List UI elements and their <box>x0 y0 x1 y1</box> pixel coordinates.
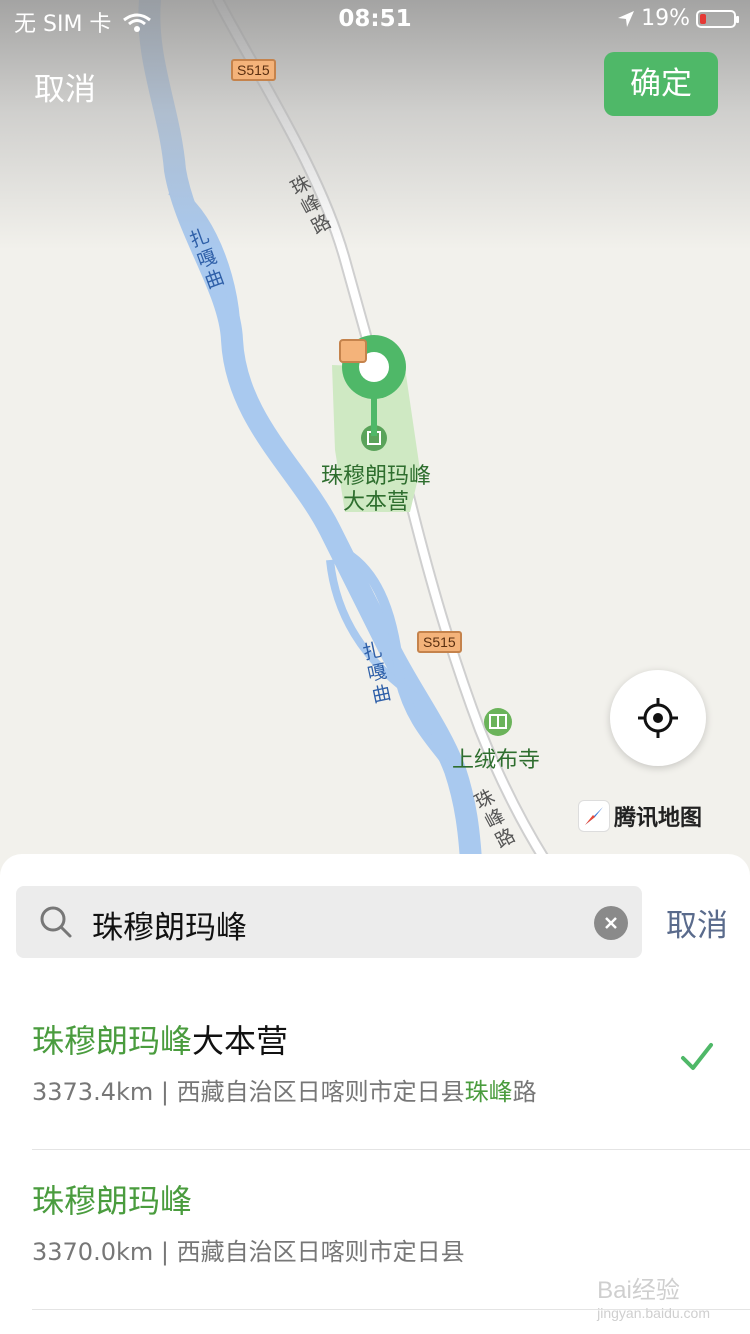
status-right: 19% <box>617 6 739 31</box>
map-brand: 腾讯地图 <box>578 800 702 832</box>
result-distance: 3373.4km <box>32 1078 154 1106</box>
tencent-map-logo-icon <box>578 800 610 832</box>
watermark-text: Bai经验 <box>597 1277 680 1304</box>
result-name-rest: 大本营 <box>192 1022 289 1060</box>
poi-label-line1: 珠穆朗玛峰 <box>320 464 431 489</box>
result-item[interactable]: 珠穆朗玛峰大本营 3373.4km | 西藏自治区日喀则市定日县珠峰路 <box>32 990 750 1150</box>
result-address-suffix: 路 <box>512 1078 537 1106</box>
road-shield: S515 <box>417 631 462 653</box>
result-distance: 3370.0km <box>32 1238 154 1266</box>
watermark-sub: jingyan.baidu.com <box>597 1305 710 1321</box>
result-name-highlight: 珠穆朗玛峰 <box>32 1182 193 1220</box>
result-address-highlight: 珠峰 <box>464 1078 513 1106</box>
result-name: 珠穆朗玛峰大本营 <box>32 1016 288 1062</box>
poi-label: 珠穆朗玛峰 大本营 <box>306 464 446 516</box>
result-address: 3373.4km | 西藏自治区日喀则市定日县珠峰路 <box>32 1072 537 1107</box>
temple-label: 上绒布寺 <box>452 748 541 773</box>
result-separator: | <box>153 1078 177 1106</box>
brand-text: 腾讯地图 <box>614 806 703 831</box>
result-name-highlight: 珠穆朗玛峰 <box>32 1022 193 1060</box>
result-address-text: 西藏自治区日喀则市定日县 <box>176 1078 465 1106</box>
close-icon <box>605 917 617 929</box>
result-address-text: 西藏自治区日喀则市定日县 <box>176 1238 465 1266</box>
search-input[interactable]: 珠穆朗玛峰 <box>16 886 642 958</box>
poi-label-line2: 大本营 <box>342 490 409 515</box>
clear-search-button[interactable] <box>594 906 628 940</box>
road-shield: S515 <box>231 59 276 81</box>
locate-button[interactable] <box>610 670 706 766</box>
status-bar: 无 SIM 卡 08:51 19% <box>0 0 750 40</box>
location-arrow-icon <box>618 10 635 27</box>
battery-percent: 19% <box>641 6 690 31</box>
cancel-button[interactable]: 取消 <box>34 64 96 109</box>
result-name: 珠穆朗玛峰 <box>32 1176 192 1222</box>
confirm-button[interactable]: 确定 <box>604 52 718 116</box>
battery-icon <box>696 9 739 28</box>
map-view[interactable]: S515 S515 珠峰路 珠峰路 扎嘎曲 扎嘎曲 珠穆朗玛峰 大本营 上绒布寺… <box>0 0 750 880</box>
search-cancel-button[interactable]: 取消 <box>666 900 728 945</box>
search-icon <box>40 906 72 938</box>
search-query: 珠穆朗玛峰 <box>92 910 247 946</box>
watermark: Bai经验 jingyan.baidu.com <box>597 1270 710 1321</box>
result-address: 3370.0km | 西藏自治区日喀则市定日县 <box>32 1232 465 1267</box>
result-separator: | <box>153 1238 177 1266</box>
crosshair-icon <box>638 698 678 738</box>
checkmark-icon <box>681 1043 713 1070</box>
search-sheet: 珠穆朗玛峰 取消 珠穆朗玛峰大本营 3373.4km | 西藏自治区日喀则市定日… <box>0 854 750 1334</box>
